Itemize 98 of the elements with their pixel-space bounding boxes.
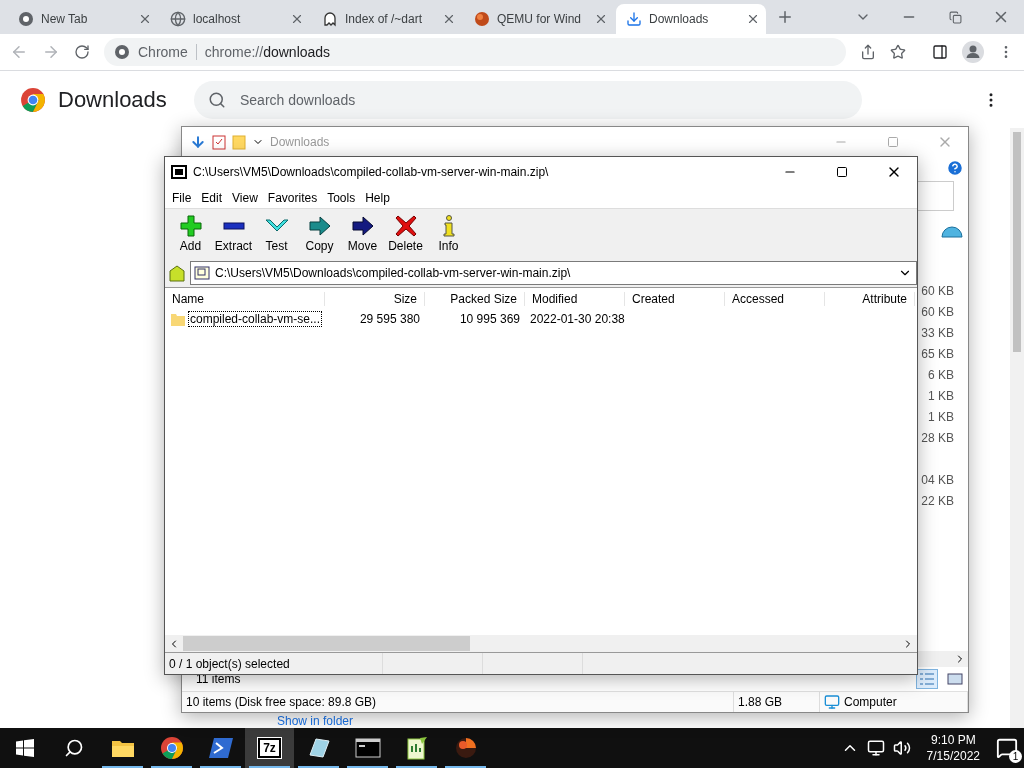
network-icon[interactable] <box>866 739 885 757</box>
file-size: 04 KB <box>921 472 954 489</box>
profile-icon[interactable] <box>962 41 984 63</box>
column-header[interactable]: Name <box>165 291 325 306</box>
search-icon[interactable] <box>63 738 84 758</box>
chrome-icon <box>114 44 130 60</box>
browser-tab[interactable]: Downloads <box>616 4 766 34</box>
toolbar-button[interactable]: Move <box>341 215 384 253</box>
ghost-icon <box>322 11 338 27</box>
volume-icon[interactable] <box>892 739 911 757</box>
archive-icon <box>194 266 210 280</box>
browser-tab[interactable]: localhost <box>160 4 310 34</box>
column-header[interactable]: Modified <box>525 291 625 306</box>
status-size: 1.88 GB <box>738 695 783 709</box>
reload-icon[interactable] <box>74 44 90 60</box>
globe-icon <box>170 11 186 27</box>
table-cell-text: 29 595 380 <box>358 312 421 326</box>
folder-icon <box>232 134 246 150</box>
status-text: 0 / 1 object(s) selected <box>169 656 290 671</box>
window-title: Downloads <box>270 135 330 149</box>
x-icon <box>394 215 417 237</box>
menu-item[interactable]: Tools <box>322 190 361 205</box>
file-size: 60 KB <box>921 283 954 300</box>
new-tab-icon[interactable] <box>776 8 794 26</box>
folder-icon <box>170 311 186 327</box>
console-icon[interactable] <box>354 738 381 758</box>
file-size: 1 KB <box>928 388 954 405</box>
browser-tab[interactable]: Index of /~dart <box>312 4 462 34</box>
up-folder-icon[interactable] <box>168 264 186 282</box>
menu-item[interactable]: View <box>227 190 263 205</box>
share-icon[interactable] <box>860 44 876 60</box>
info-icon <box>441 215 456 237</box>
toolbar-button[interactable]: Add <box>169 215 212 253</box>
search-field[interactable]: Search downloads <box>194 80 862 119</box>
file-size: 22 KB <box>921 493 954 510</box>
file-name[interactable]: compiled-collab-vm-se... <box>188 311 323 327</box>
maximize-icon[interactable] <box>836 166 848 178</box>
menu-item[interactable]: Edit <box>196 190 228 205</box>
show-in-folder-link[interactable]: Show in folder <box>277 715 354 728</box>
file-size: 28 KB <box>921 430 954 447</box>
page-title: Downloads <box>58 86 168 113</box>
menu-item[interactable]: File <box>167 190 197 205</box>
column-header[interactable]: Packed Size <box>425 291 525 306</box>
toolbar-button[interactable]: Test <box>255 215 298 253</box>
file-size: 65 KB <box>921 346 954 363</box>
qemu-icon[interactable] <box>453 736 478 760</box>
close-icon[interactable] <box>746 12 760 26</box>
path-field[interactable]: C:\Users\VM5\Downloads\compiled-collab-vm-server-win-main.zip\ <box>190 261 917 285</box>
file-size: 6 KB <box>928 367 954 384</box>
scrollbar[interactable] <box>1010 128 1024 728</box>
star-icon[interactable] <box>890 44 906 60</box>
side-panel-icon[interactable] <box>932 44 948 60</box>
chrome-icon <box>159 736 184 760</box>
tiles-view-icon[interactable] <box>947 673 963 685</box>
checklist-icon <box>212 134 226 150</box>
column-header[interactable]: Accessed <box>725 291 825 306</box>
help-icon[interactable] <box>946 159 964 177</box>
toolbar-button[interactable]: Info <box>427 215 470 253</box>
table-cell-text: 10 995 369 <box>458 312 521 326</box>
browser-tab[interactable]: QEMU for Wind <box>464 4 614 34</box>
chrome-logo-icon <box>20 86 46 113</box>
menu-item[interactable]: Help <box>360 190 395 205</box>
folder-icon[interactable] <box>110 738 135 758</box>
archive-icon <box>171 165 187 179</box>
menu-item[interactable]: Favorites <box>262 190 323 205</box>
download-icon <box>626 11 642 27</box>
archive-app-icon[interactable]: 7z <box>258 738 281 758</box>
double-arrow-icon <box>307 215 332 237</box>
notepad-icon[interactable] <box>405 736 428 760</box>
terminal-prompt-icon[interactable] <box>208 737 233 759</box>
column-header[interactable]: Size <box>325 291 425 306</box>
windows-logo-icon[interactable] <box>15 739 34 757</box>
computer-icon <box>824 694 840 710</box>
arrow-icon <box>350 215 375 237</box>
window-title: C:\Users\VM5\Downloads\compiled-collab-vm-server-win-main.zip\ <box>193 165 549 179</box>
file-size: 33 KB <box>921 325 954 342</box>
browser-tab[interactable]: New Tab <box>8 4 158 34</box>
table-cell-text: 2022-01-30 20:38 <box>529 312 625 326</box>
plus-icon <box>179 215 202 237</box>
notification-icon[interactable] <box>996 737 1018 759</box>
toolbar-button[interactable]: Delete <box>384 215 427 253</box>
toolbar-button[interactable]: Copy <box>298 215 341 253</box>
notification-count: 1 <box>1009 750 1022 763</box>
file-size: 1 KB <box>928 409 954 426</box>
search-icon <box>208 90 226 109</box>
restore-icon[interactable] <box>948 10 962 24</box>
column-header[interactable]: Attribute <box>825 291 915 306</box>
column-header[interactable]: Created <box>625 291 725 306</box>
file-size: 60 KB <box>921 304 954 321</box>
chrome-icon <box>18 11 34 27</box>
status-location: Computer <box>844 695 897 709</box>
toolbar-button[interactable]: Extract <box>212 215 255 253</box>
qemu-icon <box>474 11 490 27</box>
book-icon[interactable] <box>306 737 331 759</box>
clock[interactable]: 9:10 PM 7/15/2022 <box>918 732 988 764</box>
status-text: 10 items (Disk free space: 89.8 GB) <box>186 695 377 709</box>
scrollbar-thumb[interactable] <box>183 636 470 651</box>
address-bar[interactable]: Chrome chrome://downloads <box>104 38 846 66</box>
